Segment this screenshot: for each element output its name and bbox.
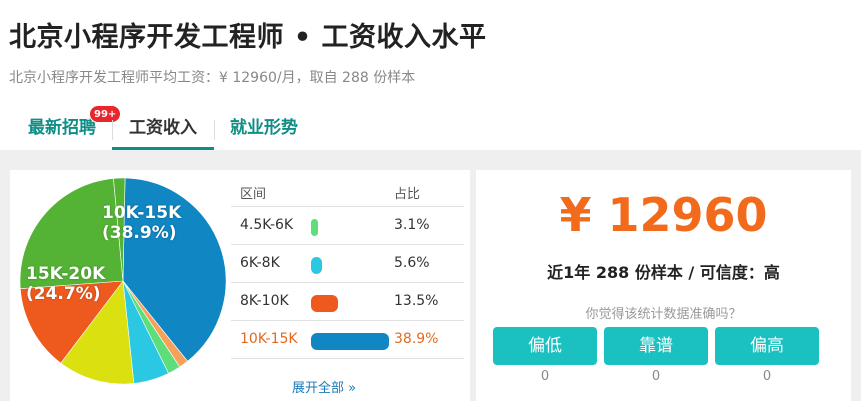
pie-label-10k-15k: 10K-15K (38.9%) (102, 203, 182, 243)
ratio-bar (311, 219, 318, 236)
vote-reliable-count: 0 (651, 369, 661, 384)
page-subtitle: 北京小程序开发工程师平均工资：¥ 12960/月，取自 288 份样本 (9, 70, 416, 86)
tab-employment[interactable]: 就业形势 (214, 113, 314, 150)
vote-high-button[interactable]: 偏高 (715, 327, 819, 365)
table-row: 10K-15K 38.9% (231, 321, 464, 359)
pie-label-15k-20k: 15K-20K (24.7%) (26, 264, 106, 304)
ratio-value: 5.6% (394, 255, 430, 271)
ratio-bar (311, 257, 322, 274)
tab-salary[interactable]: 工资收入 (112, 113, 214, 150)
distribution-table: 区间 占比 4.5K-6K 3.1% 6K-8K 5.6% 8K-10K 13.… (231, 176, 464, 359)
ratio-bar (311, 295, 338, 312)
vote-low-button[interactable]: 偏低 (493, 327, 597, 365)
column-header-range: 区间 (240, 187, 267, 202)
ratio-value: 13.5% (394, 293, 439, 309)
sample-info: 近1年 288 份样本 / 可信度：高 (547, 263, 780, 282)
vote-low-count: 0 (540, 369, 550, 384)
ratio-value: 3.1% (394, 217, 430, 233)
page-title: 北京小程序开发工程师 • 工资收入水平 (9, 22, 487, 53)
tab-bar: 最新招聘 99+ 工资收入 就业形势 (0, 105, 861, 150)
range-label: 10K-15K (240, 331, 298, 347)
vote-high-count: 0 (762, 369, 772, 384)
ratio-value: 38.9% (394, 331, 439, 347)
accuracy-question: 你觉得该统计数据准确吗？ (585, 307, 742, 322)
table-header: 区间 占比 (231, 176, 464, 207)
range-label: 8K-10K (240, 293, 289, 309)
expand-all-link[interactable]: 展开全部 » (292, 377, 356, 396)
vote-reliable-button[interactable]: 靠谱 (604, 327, 708, 365)
table-row: 4.5K-6K 3.1% (231, 207, 464, 245)
range-label: 6K-8K (240, 255, 280, 271)
table-row: 6K-8K 5.6% (231, 245, 464, 283)
average-salary: ¥ 12960 (559, 188, 768, 242)
column-header-ratio: 占比 (394, 187, 421, 202)
range-label: 4.5K-6K (240, 217, 294, 233)
table-row: 8K-10K 13.5% (231, 283, 464, 321)
ratio-bar (311, 333, 389, 350)
